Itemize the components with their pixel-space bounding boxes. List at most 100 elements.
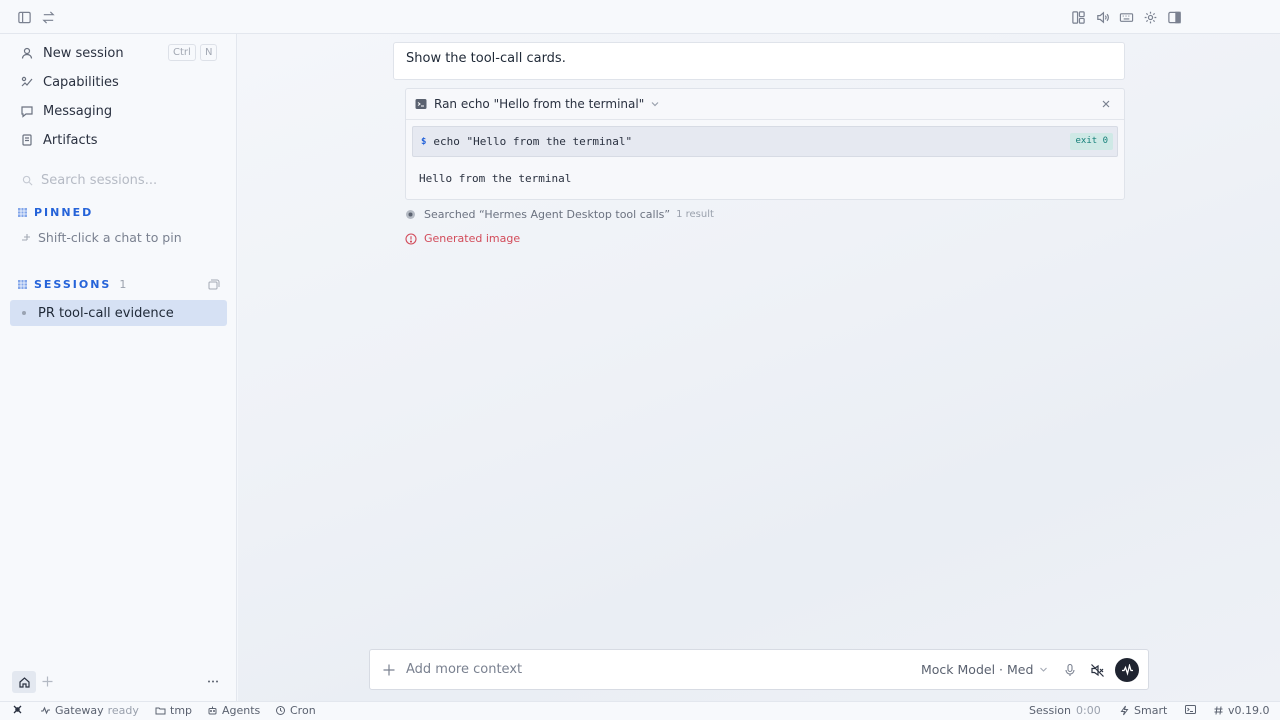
sidebar-footer <box>0 667 237 701</box>
pin-hint-text: Shift-click a chat to pin <box>38 230 182 245</box>
pin-hint: Shift-click a chat to pin <box>20 230 182 245</box>
waveform-icon <box>1121 663 1133 676</box>
robot-icon <box>207 705 218 716</box>
home-icon[interactable] <box>12 671 36 693</box>
terminal-glyph <box>1185 704 1196 715</box>
mode-label: Smart <box>1134 704 1168 717</box>
capabilities-icon <box>20 75 34 89</box>
session-item[interactable]: PR tool-call evidence <box>10 300 227 326</box>
layout-icon[interactable] <box>1069 8 1087 26</box>
app-logo-icon[interactable] <box>12 704 27 715</box>
search-result-text: Searched “Hermes Agent Desktop tool call… <box>424 208 671 221</box>
session-time: 0:00 <box>1075 704 1101 717</box>
tool-card-title: Ran echo "Hello from the terminal" <box>434 97 645 111</box>
alert-circle-icon <box>405 232 417 245</box>
search-placeholder: Search sessions... <box>41 172 158 188</box>
pinned-title: PINNED <box>34 205 94 219</box>
search-result-line[interactable]: Searched “Hermes Agent Desktop tool call… <box>405 208 714 221</box>
chevron-down-icon <box>1039 665 1048 674</box>
sessions-count: 1 <box>119 277 127 291</box>
command-output: Hello from the terminal <box>419 172 572 185</box>
keyboard-icon[interactable] <box>1117 8 1135 26</box>
clock-icon <box>275 705 286 716</box>
cron-label: Cron <box>290 704 316 717</box>
sessions-title: SESSIONS <box>34 277 112 291</box>
generated-image-text: Generated image <box>424 232 521 245</box>
terminal-toggle-icon[interactable] <box>1185 704 1200 715</box>
folder-label: tmp <box>170 704 193 717</box>
tool-card-header[interactable]: Ran echo "Hello from the terminal" <box>406 89 1124 120</box>
archive-sessions-icon[interactable] <box>208 279 221 290</box>
sidebar-item-label: Capabilities <box>43 74 119 90</box>
new-session-icon <box>20 46 34 60</box>
speaker-icon[interactable] <box>1093 8 1111 26</box>
toggle-sidebar-icon[interactable] <box>15 8 33 26</box>
pin-icon <box>20 232 32 244</box>
right-panel-icon[interactable] <box>1165 8 1183 26</box>
shortcut-n: N <box>200 44 218 61</box>
user-message: Show the tool-call cards. <box>393 42 1125 80</box>
sidebar-item-label: Artifacts <box>43 132 98 148</box>
chat-area: Show the tool-call cards. Ran echo "Hell… <box>238 34 1280 701</box>
generated-image-line[interactable]: Generated image <box>405 232 520 245</box>
logo-glyph <box>12 704 23 715</box>
tool-call-card: Ran echo "Hello from the terminal" $ ech… <box>405 88 1125 200</box>
composer-input[interactable]: Add more context <box>406 662 522 677</box>
prompt-symbol: $ <box>421 136 427 147</box>
gateway-status[interactable]: Gateway ready <box>40 704 139 717</box>
voice-button[interactable] <box>1115 658 1139 682</box>
sidebar-item-artifacts[interactable]: Artifacts <box>10 127 227 153</box>
gateway-label: Gateway <box>55 704 104 717</box>
add-tab-icon[interactable] <box>41 675 54 688</box>
version-status[interactable]: v0.19.0 <box>1213 704 1270 717</box>
model-select[interactable]: Mock Model · Med <box>921 662 1048 677</box>
more-menu-icon[interactable] <box>206 675 220 688</box>
cron-status[interactable]: Cron <box>275 704 316 717</box>
hash-icon <box>1213 705 1224 716</box>
search-input[interactable]: Search sessions... <box>10 168 227 192</box>
pulse-icon <box>40 705 51 716</box>
session-timer: Session 0:00 <box>1029 704 1101 717</box>
agents-status[interactable]: Agents <box>207 704 260 717</box>
folder-status[interactable]: tmp <box>155 704 192 717</box>
exit-badge: exit 0 <box>1070 133 1113 150</box>
shortcut-ctrl: Ctrl <box>168 44 196 61</box>
search-icon <box>22 175 33 186</box>
mute-icon[interactable] <box>1090 663 1105 678</box>
command-text: echo "Hello from the terminal" <box>433 135 633 148</box>
sidebar: New session Ctrl N Capabilities Messagin… <box>0 34 237 701</box>
sidebar-item-messaging[interactable]: Messaging <box>10 98 227 124</box>
terminal-icon <box>415 98 427 110</box>
composer: Add more context Mock Model · Med <box>369 649 1149 690</box>
artifacts-icon <box>20 133 34 147</box>
sidebar-item-capabilities[interactable]: Capabilities <box>10 69 227 95</box>
mode-status[interactable]: Smart <box>1119 704 1167 717</box>
sidebar-item-label: New session <box>43 45 124 61</box>
swap-icon[interactable] <box>39 8 57 26</box>
model-label: Mock Model · Med <box>921 662 1034 677</box>
chevron-down-icon[interactable] <box>650 99 660 109</box>
title-bar <box>0 0 1280 34</box>
gear-icon[interactable] <box>1141 8 1159 26</box>
add-context-icon[interactable] <box>382 663 396 677</box>
lightning-icon <box>1119 705 1130 716</box>
session-dot <box>22 311 26 315</box>
version-label: v0.19.0 <box>1228 704 1270 717</box>
search-globe-icon <box>405 209 416 220</box>
sidebar-item-new-session[interactable]: New session Ctrl N <box>10 40 227 66</box>
pinned-section-icon <box>18 207 27 217</box>
gateway-status-value: ready <box>107 704 139 717</box>
agents-label: Agents <box>222 704 261 717</box>
microphone-icon[interactable] <box>1063 663 1077 677</box>
sessions-section-icon <box>18 279 27 289</box>
sessions-header: SESSIONS 1 <box>18 276 126 292</box>
search-result-count: 1 result <box>676 209 714 220</box>
session-title: PR tool-call evidence <box>38 305 174 321</box>
close-icon[interactable] <box>1100 98 1112 110</box>
folder-icon <box>155 705 166 716</box>
messaging-icon <box>20 104 34 118</box>
sidebar-item-label: Messaging <box>43 103 113 119</box>
pinned-header: PINNED <box>18 204 93 220</box>
status-bar: Gateway ready tmp Agents Cron Session 0:… <box>0 701 1280 720</box>
session-label: Session <box>1029 704 1071 717</box>
